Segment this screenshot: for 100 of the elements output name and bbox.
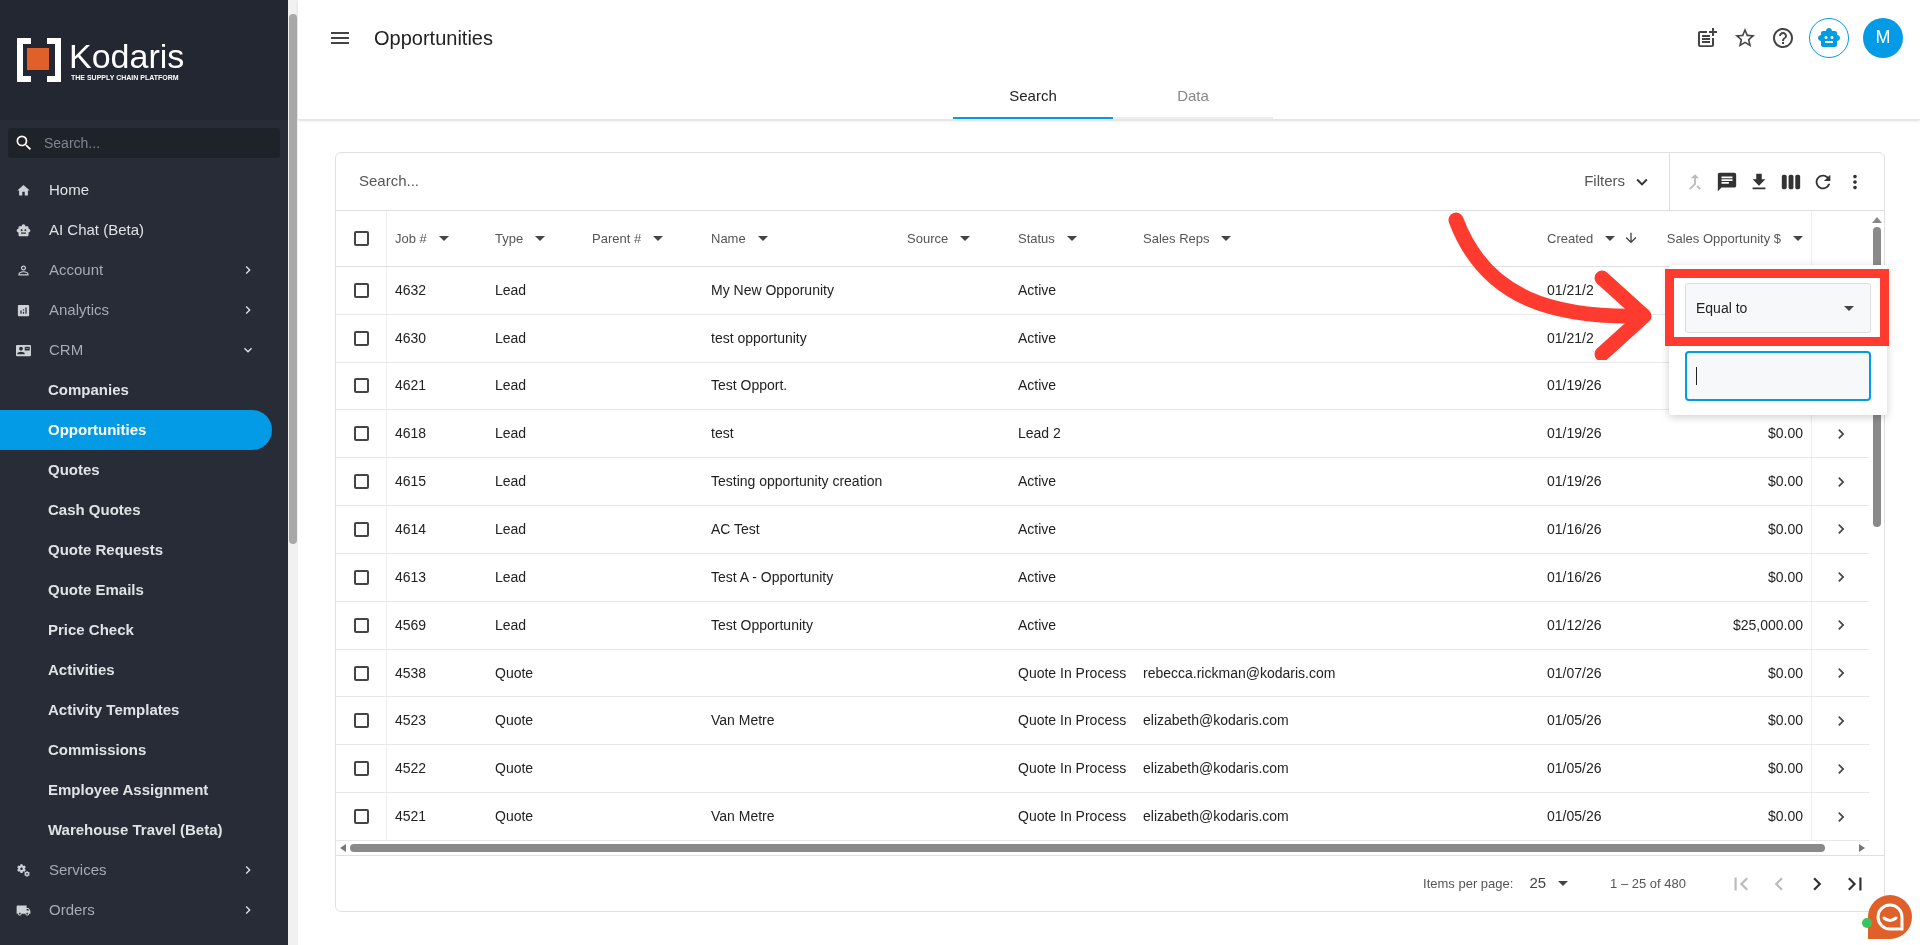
checkbox[interactable] <box>353 378 369 394</box>
caret-icon <box>1558 881 1569 886</box>
table-cell-text: Quote <box>495 711 534 731</box>
checkbox[interactable] <box>353 426 369 442</box>
table-cell-text: Quote <box>495 663 534 683</box>
caret-icon <box>1221 235 1232 241</box>
table-cell-text: 01/07/26 <box>1547 663 1602 683</box>
column-header[interactable]: Parent # <box>584 211 703 266</box>
caret-icon <box>1793 235 1803 241</box>
tab[interactable]: Data <box>1113 75 1273 119</box>
checkbox[interactable] <box>353 809 369 825</box>
table-cell-text: 01/16/26 <box>1547 519 1602 539</box>
sidebar-subitem[interactable]: Employee Assignment <box>0 770 272 810</box>
sidebar-item[interactable]: CRM <box>0 330 272 370</box>
sidebar-subitem[interactable]: Cash Quotes <box>0 490 272 530</box>
sidebar-item[interactable]: AI Chat (Beta) <box>0 210 272 250</box>
table-cell-text: Lead <box>495 280 527 300</box>
sidebar-item[interactable]: Analytics <box>0 290 272 330</box>
column-header[interactable]: Sales Reps <box>1135 211 1539 266</box>
sidebar-subitem[interactable]: Warehouse Travel (Beta) <box>0 810 272 850</box>
sidebar-item[interactable]: Home <box>0 170 272 210</box>
table-cell-text: Van Metre <box>711 807 775 827</box>
table-cell-text: 4522 <box>395 759 427 779</box>
sidebar-search-field[interactable]: Search... <box>8 128 280 158</box>
table-cell-text: Active <box>1018 615 1057 635</box>
table-cell-text: 4615 <box>395 472 427 492</box>
table-cell-text: 01/05/26 <box>1547 711 1602 731</box>
search-input[interactable]: Search... <box>44 128 244 158</box>
checkbox[interactable] <box>353 521 369 537</box>
checkbox[interactable] <box>353 713 369 729</box>
table-cell-text: AC Test <box>711 519 760 539</box>
column-header[interactable]: Name <box>703 211 899 266</box>
filters-button[interactable]: Filters <box>1584 170 1669 193</box>
page-size-select[interactable]: 25 <box>1529 872 1569 895</box>
table-cell-text: 01/12/26 <box>1547 615 1602 635</box>
checkbox[interactable] <box>353 617 369 633</box>
column-header[interactable]: Status <box>1010 211 1135 266</box>
comment-icon[interactable] <box>1716 170 1738 193</box>
table-cell-text: Lead <box>495 519 527 539</box>
column-header[interactable]: Source <box>899 211 1010 266</box>
checkbox[interactable] <box>353 474 369 490</box>
sidebar-subitem[interactable]: Quote Emails <box>0 570 272 610</box>
robot-icon <box>1817 25 1841 50</box>
table-cell-text: Active <box>1018 328 1057 348</box>
value-input-field[interactable] <box>1685 351 1871 401</box>
table-cell-text: rebecca.rickman@kodaris.com <box>1143 663 1336 683</box>
column-header[interactable]: Sales Opportunity $ <box>1659 211 1811 266</box>
items-per-page-label: Items per page: <box>1423 874 1514 893</box>
sidebar-item[interactable]: Services <box>0 850 272 890</box>
table-cell-text: Test A - Opportunity <box>711 567 834 587</box>
page-title: Opportunities <box>374 25 494 51</box>
contact-card-icon <box>16 342 31 358</box>
table-cell-text: Lead <box>495 567 527 587</box>
checkbox[interactable] <box>353 665 369 681</box>
table-cell-text: Active <box>1018 280 1057 300</box>
table-cell-text: Quote <box>495 759 534 779</box>
sidebar-scrollbar[interactable] <box>288 0 298 945</box>
table-cell-text: 01/21/2 <box>1547 280 1594 300</box>
checkbox[interactable] <box>353 330 369 346</box>
table-cell-text: Van Metre <box>711 711 775 731</box>
chat-widget-button[interactable] <box>1868 895 1912 939</box>
text-cursor <box>1696 367 1697 385</box>
tab[interactable]: Search <box>953 75 1113 119</box>
table-search-field[interactable]: Search... <box>336 170 1585 193</box>
column-header[interactable]: Type <box>487 211 584 266</box>
checkbox[interactable] <box>353 761 369 777</box>
search-icon <box>14 133 34 153</box>
table-cell-text: $0.00 <box>1767 711 1803 731</box>
table-cell-text: Lead <box>495 472 527 492</box>
column-header[interactable]: Job # <box>387 211 487 266</box>
sidebar-subitem[interactable]: Quotes <box>0 450 272 490</box>
table-cell-text: $0.00 <box>1767 807 1803 827</box>
operator-select[interactable]: Equal to <box>1685 283 1871 333</box>
table-cell-text: Test Opport. <box>711 376 788 396</box>
table-cell-text: Quote In Process <box>1018 759 1127 779</box>
caret-icon <box>438 235 449 241</box>
checkbox[interactable] <box>353 569 369 585</box>
help-icon[interactable] <box>1771 25 1795 50</box>
sidebar-subitem[interactable]: Price Check <box>0 610 272 650</box>
checkbox[interactable] <box>353 230 369 246</box>
sidebar-subitem[interactable]: Quote Requests <box>0 530 272 570</box>
sidebar-item[interactable]: Account <box>0 250 272 290</box>
caret-icon <box>757 235 768 241</box>
table-cell-text: Quote In Process <box>1018 663 1127 683</box>
table-cell-text: 4621 <box>395 376 427 396</box>
sidebar-subitem[interactable]: Commissions <box>0 730 272 770</box>
sidebar-item[interactable]: Orders <box>0 890 272 930</box>
sidebar-subitem[interactable]: Activity Templates <box>0 690 272 730</box>
table-cell-text: $0.00 <box>1767 424 1803 444</box>
column-header[interactable]: Created <box>1539 211 1659 266</box>
add-note-icon[interactable] <box>1695 25 1719 50</box>
sidebar-subitem[interactable]: Activities <box>0 650 272 690</box>
table-cell-text: Quote In Process <box>1018 711 1127 731</box>
table-cell-text: Lead <box>495 615 527 635</box>
sidebar-subitem[interactable]: Companies <box>0 370 272 410</box>
logo-icon <box>17 38 61 82</box>
table-cell-text: elizabeth@kodaris.com <box>1143 759 1289 779</box>
table-cell-text: 4630 <box>395 328 427 348</box>
checkbox[interactable] <box>353 282 369 298</box>
table-cell-text: Quote <box>495 807 534 827</box>
